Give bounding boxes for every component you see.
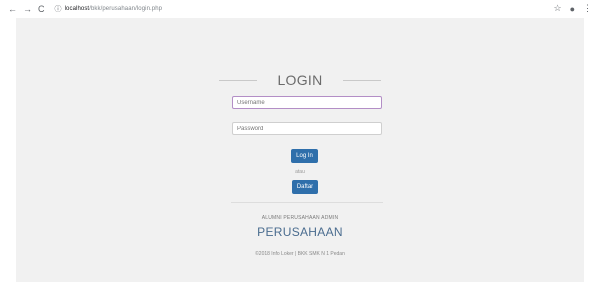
title-rule-right — [342, 79, 381, 81]
title-rule-left — [219, 79, 258, 81]
forward-icon[interactable]: → — [23, 4, 32, 14]
info-icon[interactable]: ⓘ — [55, 4, 62, 14]
reload-icon[interactable]: C — [38, 4, 45, 14]
copyright-text: ©2018 Info Loker | BKK SMK N 1 Pedan — [255, 251, 345, 257]
username-input[interactable] — [232, 96, 382, 109]
footer-subtitle: ALUMNI PERUSAHAAN ADMIN — [261, 215, 339, 221]
divider — [231, 202, 383, 203]
back-icon[interactable]: ← — [8, 4, 17, 14]
page-title: LOGIN — [277, 72, 323, 88]
password-input[interactable] — [232, 122, 382, 135]
browser-nav: ← → C — [0, 4, 45, 14]
url-path: /bkk/perusahaan/login.php — [89, 6, 163, 12]
login-button[interactable]: Log In — [291, 149, 318, 163]
url-host: localhost — [64, 6, 90, 12]
menu-icon[interactable]: ⋮ — [583, 3, 592, 14]
address-bar[interactable]: ⓘ localhost /bkk/perusahaan/login.php — [55, 4, 163, 14]
login-page: LOGIN Log In atau Daftar ALUMNI PERUSAHA… — [16, 18, 584, 282]
star-icon[interactable]: ☆ — [553, 3, 561, 14]
register-button[interactable]: Daftar — [292, 180, 318, 194]
profile-icon[interactable]: ● — [570, 4, 575, 14]
footer-heading: PERUSAHAAN — [257, 225, 343, 239]
or-text: atau — [295, 169, 305, 175]
browser-toolbar: ← → C ⓘ localhost /bkk/perusahaan/login.… — [0, 0, 598, 18]
browser-actions: ☆ ● ⋮ — [553, 3, 592, 14]
login-header: LOGIN — [16, 72, 584, 88]
